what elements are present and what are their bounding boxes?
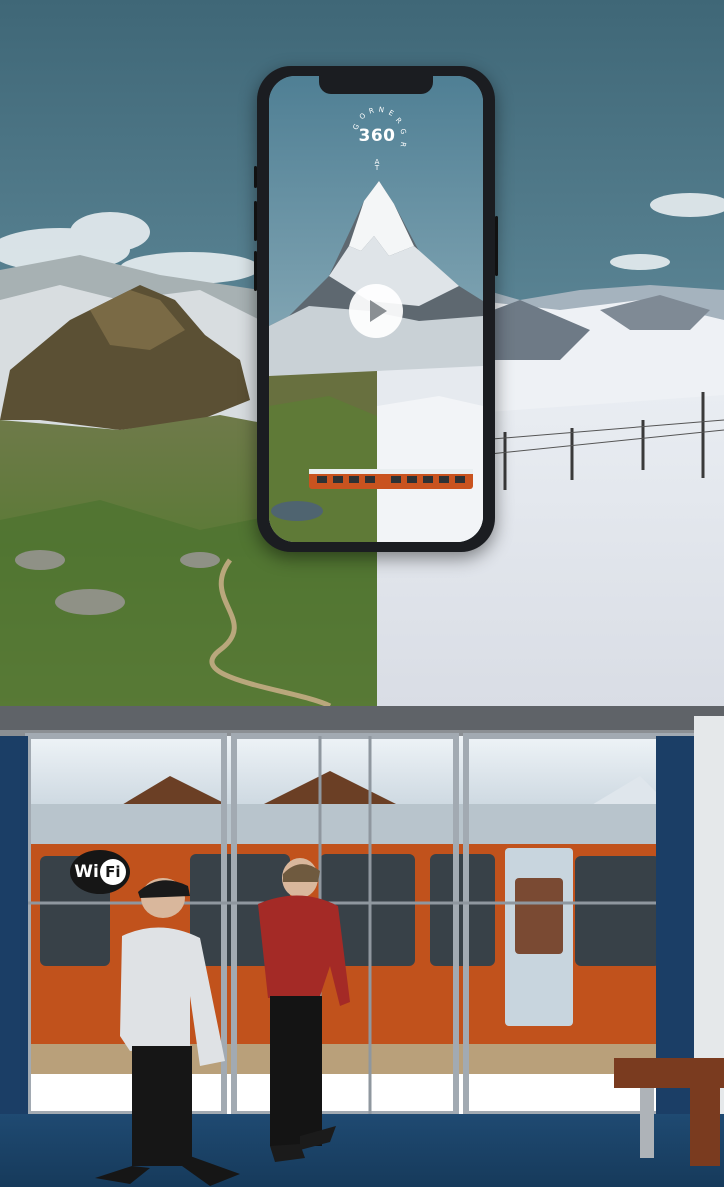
phone-mockup: G O R N E R G R A T 360 bbox=[254, 66, 498, 552]
logo-360-text: 360 bbox=[358, 126, 396, 146]
gornergrat-360-logo: G O R N E R G R A T 360 bbox=[344, 104, 410, 170]
svg-text:R: R bbox=[394, 116, 403, 125]
svg-text:O: O bbox=[358, 111, 368, 121]
phone-volume-up-button bbox=[254, 201, 257, 241]
wifi-text-fi: Fi bbox=[99, 859, 126, 885]
wifi-sign: Wi Fi bbox=[70, 850, 130, 894]
svg-text:T: T bbox=[374, 164, 380, 170]
play-icon bbox=[370, 300, 387, 322]
svg-text:E: E bbox=[387, 109, 395, 118]
train-icon bbox=[309, 469, 473, 489]
svg-text:N: N bbox=[378, 106, 385, 115]
play-video-button[interactable] bbox=[349, 284, 403, 338]
phone-volume-down-button bbox=[254, 251, 257, 291]
phone-mute-button bbox=[254, 166, 257, 188]
wifi-text-wi: Wi bbox=[74, 862, 99, 882]
summer-winter-scenery: G O R N E R G R A T 360 bbox=[0, 0, 724, 706]
train-station-scene: Wi Fi bbox=[0, 706, 724, 1187]
phone-power-button bbox=[495, 216, 498, 276]
phone-notch bbox=[319, 76, 433, 94]
station-photo bbox=[0, 706, 724, 1187]
svg-text:R: R bbox=[368, 107, 375, 116]
phone-screen: G O R N E R G R A T 360 bbox=[269, 76, 483, 542]
